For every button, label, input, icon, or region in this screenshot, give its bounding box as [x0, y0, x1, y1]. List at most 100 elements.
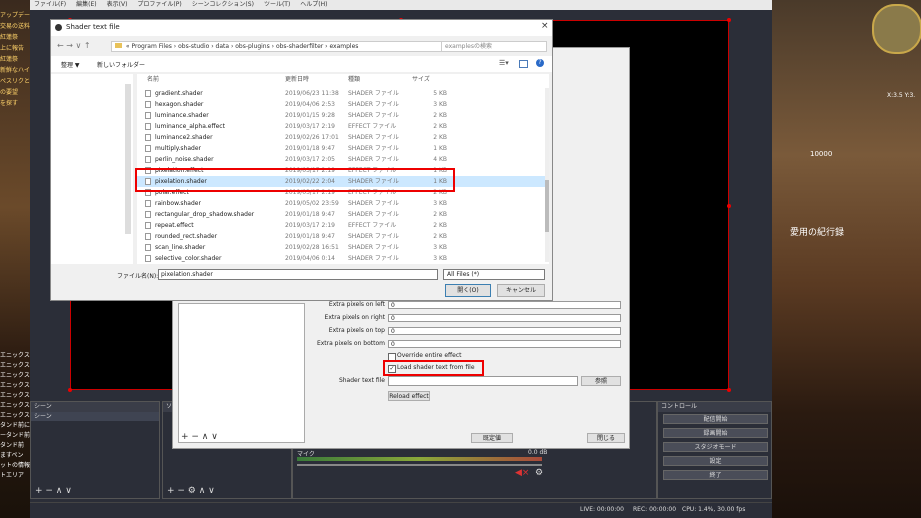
- file-name: luminance.shader: [155, 112, 209, 119]
- col-date[interactable]: 更新日時: [285, 74, 309, 86]
- filename-label: ファイル名(N):: [117, 273, 159, 280]
- game-chat-line: エニックス: [0, 352, 30, 359]
- filters-list[interactable]: [178, 303, 305, 443]
- dialog-toolbar: 整理 ▼ 新しいフォルダー ☰▾ ?: [51, 56, 552, 72]
- shader-file-input[interactable]: [388, 376, 578, 386]
- nav-arrows[interactable]: ← → ∨ ↑: [57, 41, 91, 50]
- file-name: selective_color.shader: [155, 255, 222, 262]
- address-bar[interactable]: « Program Files › obs-studio › data › ob…: [111, 41, 486, 52]
- file-type: SHADER ファイル: [348, 233, 399, 240]
- organize-button[interactable]: 整理 ▼: [61, 60, 80, 69]
- filename-input[interactable]: pixelation.shader: [158, 269, 438, 280]
- studio-mode-button[interactable]: スタジオモード: [663, 442, 768, 452]
- extra-bottom-input[interactable]: 0: [388, 340, 621, 348]
- crumb-0[interactable]: Program Files: [132, 43, 172, 50]
- menu-item-0[interactable]: ファイル(F): [34, 1, 66, 8]
- scene-item[interactable]: シーン: [31, 412, 159, 421]
- file-row[interactable]: luminance.shader 2019/01/15 9:28 SHADER ファ…: [137, 110, 547, 121]
- game-chat-line: ますペン: [0, 452, 24, 459]
- selected-file-highlight: [135, 168, 455, 192]
- col-size[interactable]: サイズ: [412, 74, 430, 86]
- file-icon: [145, 222, 151, 229]
- menu-item-6[interactable]: ヘルプ(H): [300, 1, 327, 8]
- new-folder-button[interactable]: 新しいフォルダー: [97, 60, 145, 69]
- file-row[interactable]: luminance_alpha.effect 2019/03/17 2:19 EFF…: [137, 121, 547, 132]
- menu-item-3[interactable]: プロファイル(P): [137, 1, 181, 8]
- menu-item-4[interactable]: シーンコレクション(S): [192, 1, 254, 8]
- game-chat-line: エニックス: [0, 412, 30, 419]
- close-button[interactable]: 閉じる: [587, 433, 625, 443]
- file-size: 2 KB: [433, 233, 447, 240]
- file-date: 2019/01/18 9:47: [285, 211, 335, 218]
- menu-item-1[interactable]: 編集(E): [76, 1, 96, 8]
- mixer-db: 0.0 dB: [528, 449, 548, 456]
- file-icon: [145, 211, 151, 218]
- reload-effect-button[interactable]: Reload effect: [388, 391, 430, 401]
- menu-item-2[interactable]: 表示(V): [107, 1, 128, 8]
- preview-pane-icon[interactable]: [519, 60, 528, 68]
- file-size: 2 KB: [433, 211, 447, 218]
- file-name: perlin_noise.shader: [155, 156, 214, 163]
- list-scrollbar[interactable]: [545, 88, 549, 262]
- obs-app-icon: [55, 24, 62, 31]
- list-scroll-thumb[interactable]: [545, 180, 549, 232]
- file-row[interactable]: rounded_rect.shader 2019/01/18 9:47 SHADER…: [137, 231, 547, 242]
- file-name: scan_line.shader: [155, 244, 206, 251]
- file-type-select[interactable]: All Files (*): [443, 269, 545, 280]
- file-name: rainbow.shader: [155, 200, 201, 207]
- view-icon[interactable]: ☰▾: [499, 59, 509, 67]
- file-row[interactable]: scan_line.shader 2019/02/28 16:51 SHADER フ…: [137, 242, 547, 253]
- game-chat-line: エニックス: [0, 372, 30, 379]
- file-row[interactable]: rectangular_drop_shadow.shader 2019/01/18…: [137, 209, 547, 220]
- start-record-button[interactable]: 録画開始: [663, 428, 768, 438]
- file-size: 2 KB: [433, 222, 447, 229]
- game-quest-text: 紅蓮祭: [0, 56, 19, 63]
- extra-right-input[interactable]: 0: [388, 314, 621, 322]
- col-type[interactable]: 種類: [348, 74, 360, 86]
- help-icon[interactable]: ?: [536, 59, 544, 67]
- cancel-button[interactable]: キャンセル: [497, 284, 545, 297]
- open-button[interactable]: 開く(O): [445, 284, 491, 297]
- file-size: 3 KB: [433, 101, 447, 108]
- file-row[interactable]: perlin_noise.shader 2019/03/17 2:05 SHADER…: [137, 154, 547, 165]
- search-input[interactable]: examplesの検索: [441, 41, 547, 52]
- menu-item-5[interactable]: ツール(T): [264, 1, 290, 8]
- file-row[interactable]: selective_color.shader 2019/04/06 0:14 SHA…: [137, 253, 547, 264]
- file-size: 4 KB: [433, 156, 447, 163]
- mixer-slider[interactable]: [297, 464, 542, 466]
- crumb-4[interactable]: obs-shaderfilter: [276, 43, 323, 50]
- crumb-3[interactable]: obs-plugins: [235, 43, 269, 50]
- start-stream-button[interactable]: 配信開始: [663, 414, 768, 424]
- file-row[interactable]: repeat.effect 2019/03/17 2:19 EFFECT ファイル 2…: [137, 220, 547, 231]
- file-date: 2019/01/18 9:47: [285, 233, 335, 240]
- navigation-pane[interactable]: [51, 74, 133, 264]
- file-row[interactable]: gradient.shader 2019/06/23 11:38 SHADER ファ…: [137, 88, 547, 99]
- file-row[interactable]: hexagon.shader 2019/04/06 2:53 SHADER ファイル…: [137, 99, 547, 110]
- crumb-2[interactable]: data: [216, 43, 230, 50]
- file-type: SHADER ファイル: [348, 255, 399, 262]
- defaults-button[interactable]: 既定値: [471, 433, 513, 443]
- extra-left-input[interactable]: 0: [388, 301, 621, 309]
- exit-button[interactable]: 終了: [663, 470, 768, 480]
- file-row[interactable]: luminance2.shader 2019/02/26 17:01 SHADER …: [137, 132, 547, 143]
- file-type: SHADER ファイル: [348, 211, 399, 218]
- file-row[interactable]: rainbow.shader 2019/05/02 23:59 SHADER ファイ…: [137, 198, 547, 209]
- file-name: multiply.shader: [155, 145, 201, 152]
- close-icon[interactable]: ×: [541, 21, 549, 31]
- file-icon: [145, 244, 151, 251]
- crumb-1[interactable]: obs-studio: [178, 43, 209, 50]
- game-background-right: X:3.5 Y:3. 10000 愛用の紀行録: [772, 0, 921, 518]
- game-quest-text: 上に報告: [0, 45, 25, 52]
- mute-icon[interactable]: ◀×: [515, 468, 529, 478]
- col-name[interactable]: 名前: [147, 74, 159, 86]
- settings-button[interactable]: 設定: [663, 456, 768, 466]
- file-row[interactable]: multiply.shader 2019/01/18 9:47 SHADER ファイ…: [137, 143, 547, 154]
- status-bar: LIVE: 00:00:00 REC: 00:00:00 CPU: 1.4%, …: [30, 502, 772, 517]
- mixer-gear-icon[interactable]: ⚙: [535, 468, 543, 478]
- browse-button[interactable]: 参照: [581, 376, 621, 386]
- file-type: SHADER ファイル: [348, 112, 399, 119]
- crumb-5[interactable]: examples: [329, 43, 358, 50]
- nav-scrollbar[interactable]: [125, 84, 131, 234]
- file-date: 2019/01/18 9:47: [285, 145, 335, 152]
- extra-top-input[interactable]: 0: [388, 327, 621, 335]
